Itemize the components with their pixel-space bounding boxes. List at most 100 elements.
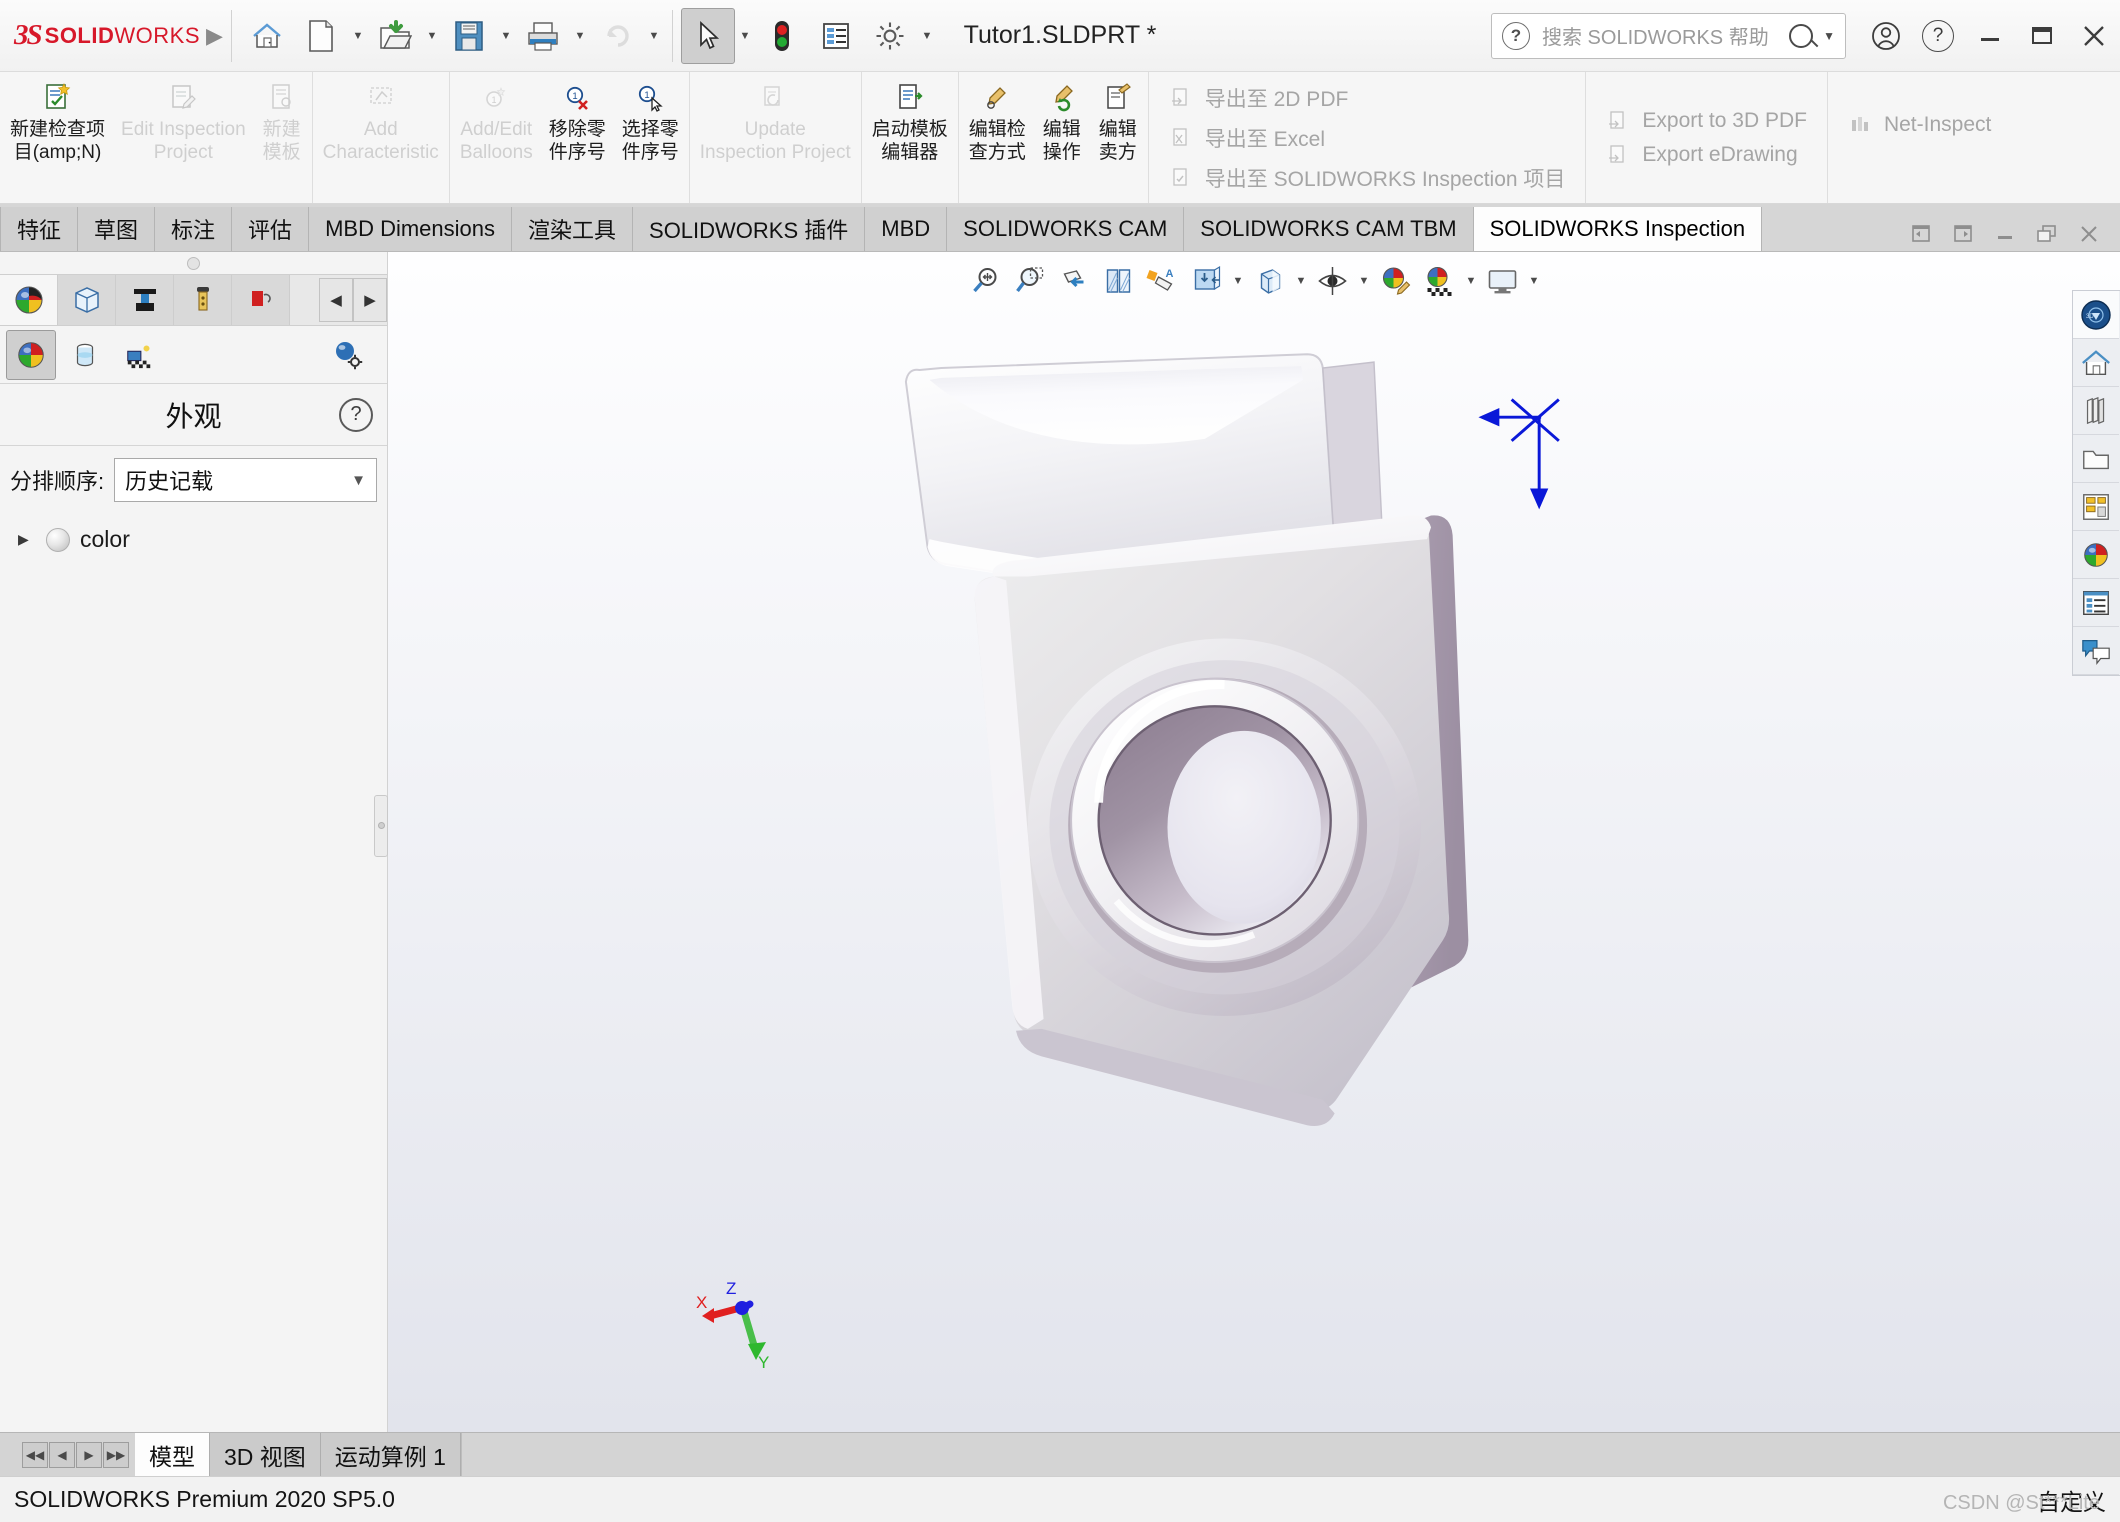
- section-view-button[interactable]: [1098, 260, 1140, 302]
- view-settings-dropdown[interactable]: ▼: [1356, 260, 1373, 302]
- feature-manager-tab[interactable]: [58, 275, 116, 325]
- bottom-tab-model[interactable]: 模型: [135, 1433, 210, 1476]
- search-input[interactable]: 搜索 SOLIDWORKS 帮助: [1542, 21, 1789, 50]
- file-explorer-books-button[interactable]: [2073, 387, 2119, 435]
- appearances-scenes-button[interactable]: [2073, 531, 2119, 579]
- edit-inspection-method-button[interactable]: 编辑检 查方式: [961, 72, 1034, 203]
- appearance-options-button[interactable]: [323, 330, 373, 380]
- tab-render-tools[interactable]: 渲染工具: [512, 207, 633, 251]
- remove-balloon-button[interactable]: 1 移除零 件序号: [541, 72, 614, 203]
- custom-properties-button[interactable]: [2073, 579, 2119, 627]
- panel-help-button[interactable]: ?: [339, 398, 373, 432]
- menu-expand-arrow-icon[interactable]: ▶: [206, 23, 223, 49]
- file-explorer-folder-button[interactable]: [2073, 435, 2119, 483]
- apply-scene-button[interactable]: [1419, 260, 1461, 302]
- view-palette-button[interactable]: [2073, 483, 2119, 531]
- scenes-subtab[interactable]: [60, 330, 110, 380]
- add-characteristic-button[interactable]: Add Characteristic: [315, 72, 447, 203]
- options-button[interactable]: [863, 8, 917, 64]
- tab-first-button[interactable]: ◀◀: [22, 1442, 48, 1468]
- apply-scene-eye-button[interactable]: [1312, 260, 1354, 302]
- viewport-layout-button[interactable]: [1482, 260, 1524, 302]
- new-template-button[interactable]: 新建 模板: [254, 72, 310, 203]
- export-2d-pdf-row[interactable]: 导出至 2D PDF: [1159, 78, 1576, 118]
- tab-prev-button[interactable]: ◀: [49, 1442, 75, 1468]
- tree-item-color[interactable]: ▶ color: [0, 520, 387, 559]
- edit-operation-button[interactable]: 编辑 操作: [1034, 72, 1090, 203]
- select-tool-button[interactable]: [681, 8, 735, 64]
- undo-button[interactable]: [590, 8, 644, 64]
- restore-left-button[interactable]: [1902, 217, 1940, 251]
- export-edrawing-row[interactable]: Export eDrawing: [1596, 138, 1817, 172]
- document-minimize-button[interactable]: [1986, 217, 2024, 251]
- select-balloon-button[interactable]: 1 选择零 件序号: [614, 72, 687, 203]
- tab-solidworks-cam-tbm[interactable]: SOLIDWORKS CAM TBM: [1184, 207, 1473, 251]
- undo-dropdown[interactable]: ▼: [644, 8, 664, 64]
- close-button[interactable]: [2068, 10, 2120, 62]
- view-orientation-button[interactable]: A: [1142, 260, 1184, 302]
- sort-order-select[interactable]: 历史记载 ▼: [114, 458, 377, 502]
- print-button[interactable]: [516, 8, 570, 64]
- tab-mbd[interactable]: MBD: [865, 207, 947, 251]
- new-inspection-project-button[interactable]: 新建检查项 目(amp;N): [2, 72, 113, 203]
- expand-triangle-icon[interactable]: ▶: [18, 531, 36, 548]
- panel-grip[interactable]: [0, 252, 387, 274]
- display-style-dropdown[interactable]: ▼: [1230, 260, 1247, 302]
- print-dropdown[interactable]: ▼: [570, 8, 590, 64]
- search-dropdown-icon[interactable]: ▼: [1823, 29, 1835, 43]
- lights-cameras-subtab[interactable]: [114, 330, 164, 380]
- previous-view-button[interactable]: [1054, 260, 1096, 302]
- search-icon[interactable]: [1789, 24, 1813, 48]
- 3d-model-render[interactable]: [388, 252, 2120, 1432]
- export-3d-pdf-row[interactable]: Export to 3D PDF: [1596, 104, 1817, 138]
- zoom-to-fit-button[interactable]: [966, 260, 1008, 302]
- help-button[interactable]: ?: [1912, 10, 1964, 62]
- edit-vendor-button[interactable]: 编辑 卖方: [1090, 72, 1146, 203]
- tab-solidworks-cam[interactable]: SOLIDWORKS CAM: [947, 207, 1184, 251]
- hide-show-items-button[interactable]: [1249, 260, 1291, 302]
- restore-right-button[interactable]: [1944, 217, 1982, 251]
- display-style-button[interactable]: [1186, 260, 1228, 302]
- panel-next-button[interactable]: ▶: [353, 278, 387, 322]
- hide-show-items-dropdown[interactable]: ▼: [1293, 260, 1310, 302]
- file-properties-button[interactable]: [809, 8, 863, 64]
- new-document-dropdown[interactable]: ▼: [348, 8, 368, 64]
- select-tool-dropdown[interactable]: ▼: [735, 8, 755, 64]
- appearances-subtab[interactable]: [6, 330, 56, 380]
- tab-mbd-dimensions[interactable]: MBD Dimensions: [309, 207, 512, 251]
- launch-template-editor-button[interactable]: 启动模板 编辑器: [864, 72, 956, 203]
- panel-resize-handle[interactable]: [374, 795, 388, 857]
- export-excel-row[interactable]: 导出至 Excel: [1159, 118, 1576, 158]
- tab-markup[interactable]: 标注: [155, 207, 232, 251]
- edit-inspection-project-button[interactable]: Edit Inspection Project: [113, 72, 254, 203]
- panel-prev-button[interactable]: ◀: [319, 278, 353, 322]
- tab-evaluate[interactable]: 评估: [232, 207, 309, 251]
- save-button[interactable]: [442, 8, 496, 64]
- minimize-button[interactable]: [1964, 10, 2016, 62]
- dimxpert-manager-tab[interactable]: [232, 275, 290, 325]
- tab-features[interactable]: 特征: [0, 207, 78, 251]
- net-inspect-row[interactable]: Net-Inspect: [1838, 108, 2001, 142]
- open-dropdown[interactable]: ▼: [422, 8, 442, 64]
- tab-last-button[interactable]: ▶▶: [103, 1442, 129, 1468]
- new-document-button[interactable]: [294, 8, 348, 64]
- export-inspection-row[interactable]: 导出至 SOLIDWORKS Inspection 项目: [1159, 158, 1576, 198]
- home-button[interactable]: [240, 8, 294, 64]
- solidworks-resources-button[interactable]: 3D: [2073, 291, 2119, 339]
- document-restore-button[interactable]: [2028, 217, 2066, 251]
- update-inspection-project-button[interactable]: Update Inspection Project: [692, 72, 859, 203]
- graphics-viewport[interactable]: A ▼: [388, 252, 2120, 1432]
- tab-solidworks-addins[interactable]: SOLIDWORKS 插件: [633, 207, 865, 251]
- bottom-tab-3d-views[interactable]: 3D 视图: [210, 1433, 321, 1476]
- open-button[interactable]: [368, 8, 422, 64]
- apply-scene-dropdown[interactable]: ▼: [1463, 260, 1480, 302]
- design-library-button[interactable]: [2073, 339, 2119, 387]
- add-edit-balloons-button[interactable]: 1 Add/Edit Balloons: [452, 72, 541, 203]
- save-dropdown[interactable]: ▼: [496, 8, 516, 64]
- zoom-to-area-button[interactable]: [1010, 260, 1052, 302]
- edit-appearance-button[interactable]: [1375, 260, 1417, 302]
- help-search-box[interactable]: ? 搜索 SOLIDWORKS 帮助 ▼: [1491, 13, 1846, 59]
- tab-solidworks-inspection[interactable]: SOLIDWORKS Inspection: [1474, 207, 1763, 251]
- maximize-button[interactable]: [2016, 10, 2068, 62]
- appearances-tab[interactable]: [0, 275, 58, 325]
